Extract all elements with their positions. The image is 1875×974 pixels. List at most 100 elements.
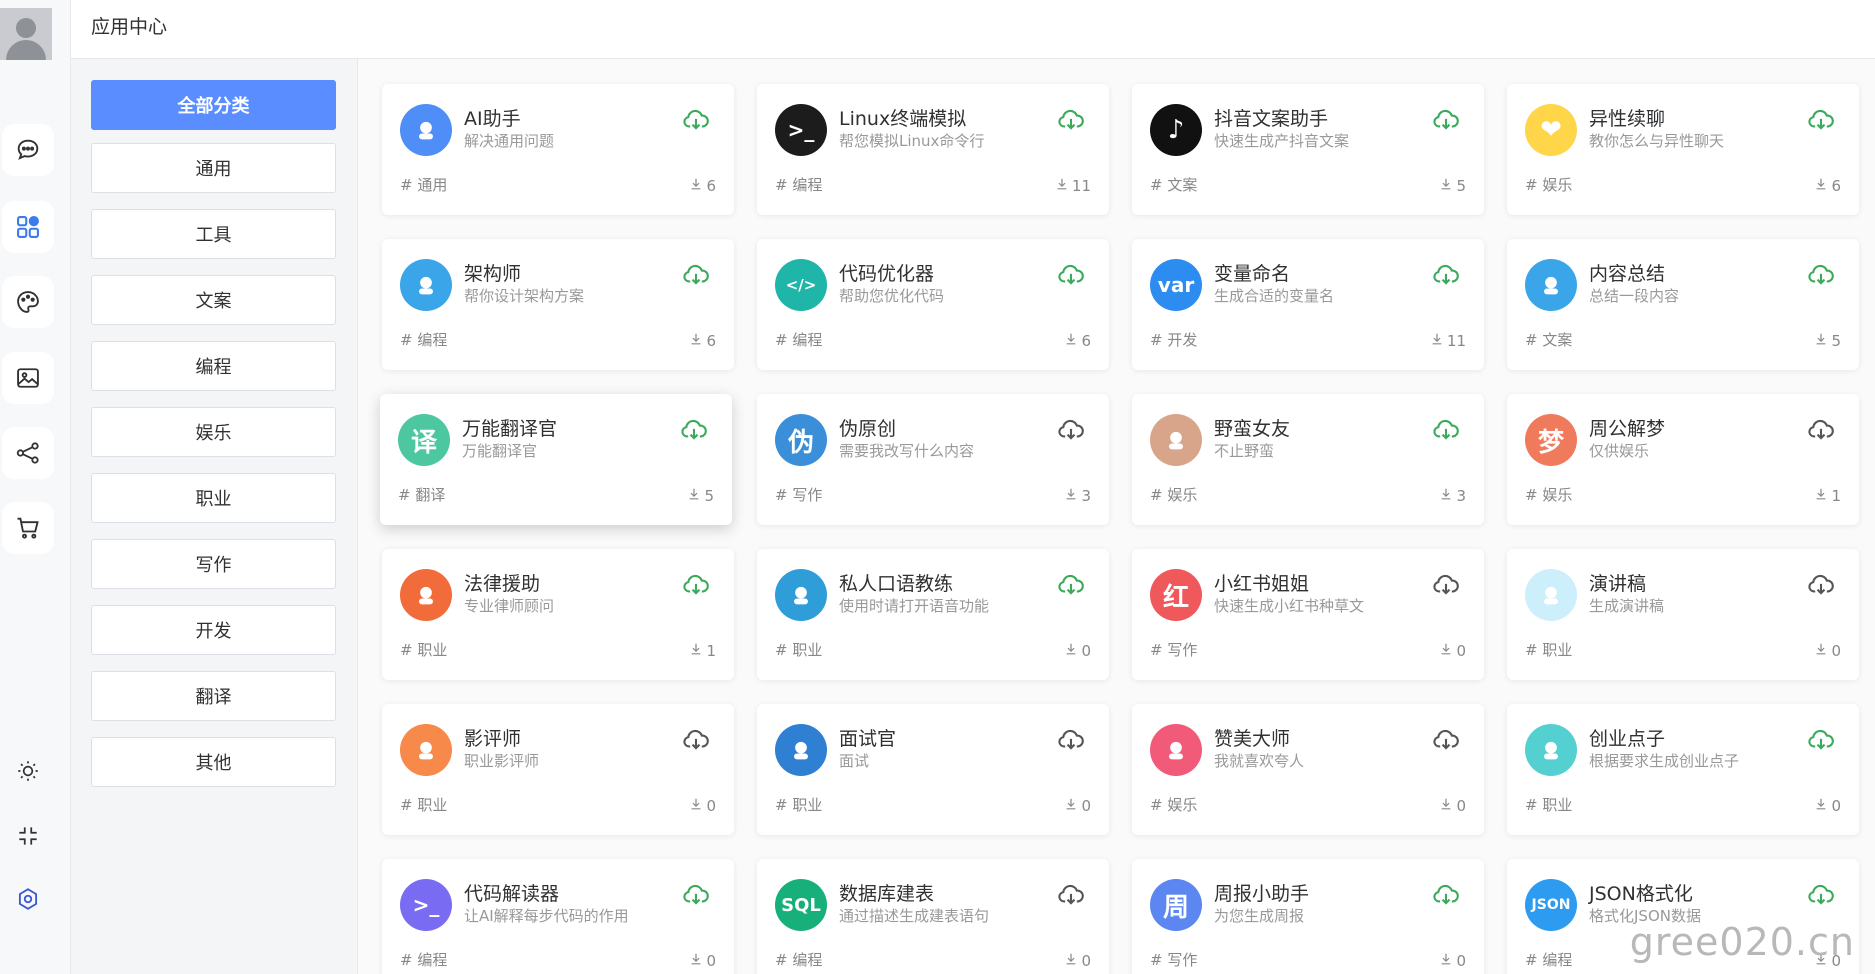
app-description: 总结一段内容 [1589, 287, 1680, 305]
sun-icon[interactable] [2, 745, 54, 797]
category-programming[interactable]: 编程 [91, 341, 336, 391]
app-tag[interactable]: # 文案 [1150, 174, 1197, 195]
cloud-download-icon[interactable] [1057, 881, 1085, 909]
category-entertainment[interactable]: 娱乐 [91, 407, 336, 457]
app-tag[interactable]: # 职业 [1525, 794, 1572, 815]
category-general[interactable]: 通用 [91, 143, 336, 193]
app-card[interactable]: >_ Linux终端模拟 帮您模拟Linux命令行 # 编程 11 [757, 84, 1109, 215]
cloud-download-icon[interactable] [1807, 726, 1835, 754]
app-tag[interactable]: # 编程 [775, 949, 822, 970]
settings-icon[interactable] [2, 873, 54, 925]
cloud-download-icon[interactable] [1057, 416, 1085, 444]
app-card[interactable]: 红小红书姐姐 快速生成小红书种草文 # 写作 0 [1132, 549, 1484, 680]
app-card[interactable]: 影评师 职业影评师 # 职业 0 [382, 704, 734, 835]
app-card[interactable]: SQL 数据库建表 通过描述生成建表语句 # 编程 0 [757, 859, 1109, 974]
app-card[interactable]: 内容总结 总结一段内容 # 文案 5 [1507, 239, 1859, 370]
avatar[interactable] [0, 8, 52, 60]
app-card[interactable]: 演讲稿 生成演讲稿 # 职业 0 [1507, 549, 1859, 680]
app-tag[interactable]: # 编程 [1525, 949, 1572, 970]
apps-icon[interactable] [2, 201, 54, 253]
app-card[interactable]: var 变量命名 生成合适的变量名 # 开发 11 [1132, 239, 1484, 370]
download-count: 11 [1430, 332, 1466, 350]
category-translation[interactable]: 翻译 [91, 671, 336, 721]
app-name: JSON格式化 [1589, 883, 1693, 905]
image-icon[interactable] [2, 352, 54, 404]
app-card[interactable]: AI助手 解决通用问题 # 通用 6 [382, 84, 734, 215]
app-tag[interactable]: # 文案 [1525, 329, 1572, 350]
app-tag[interactable]: # 职业 [775, 639, 822, 660]
app-card[interactable]: 私人口语教练 使用时请打开语音功能 # 职业 0 [757, 549, 1109, 680]
cloud-download-icon[interactable] [1807, 881, 1835, 909]
cloud-download-icon[interactable] [682, 261, 710, 289]
cloud-download-icon[interactable] [1432, 571, 1460, 599]
category-career[interactable]: 职业 [91, 473, 336, 523]
app-card[interactable]: 野蛮女友 不止野蛮 # 娱乐 3 [1132, 394, 1484, 525]
app-tag[interactable]: # 娱乐 [1525, 484, 1572, 505]
cart-icon[interactable] [2, 502, 54, 554]
app-tag[interactable]: # 编程 [775, 174, 822, 195]
cloud-download-icon[interactable] [1057, 261, 1085, 289]
app-tag[interactable]: # 编程 [400, 949, 447, 970]
app-tag[interactable]: # 职业 [400, 639, 447, 660]
cloud-download-icon[interactable] [1807, 106, 1835, 134]
cloud-download-icon[interactable] [1432, 416, 1460, 444]
palette-icon[interactable] [2, 276, 54, 328]
app-tag[interactable]: # 职业 [400, 794, 447, 815]
app-card[interactable]: ♪ 抖音文案助手 快速生成产抖音文案 # 文案 5 [1132, 84, 1484, 215]
cloud-download-icon[interactable] [1807, 571, 1835, 599]
app-tag[interactable]: # 编程 [400, 329, 447, 350]
cloud-download-icon[interactable] [1807, 261, 1835, 289]
download-count: 0 [1439, 952, 1466, 970]
cloud-download-icon[interactable] [680, 416, 708, 444]
cloud-download-icon[interactable] [1057, 571, 1085, 599]
cloud-download-icon[interactable] [1057, 106, 1085, 134]
share-icon[interactable] [2, 427, 54, 479]
cloud-download-icon[interactable] [682, 571, 710, 599]
app-name: 异性续聊 [1589, 108, 1666, 130]
code-reader-icon: >_ [400, 879, 452, 931]
app-tag[interactable]: # 写作 [1150, 639, 1197, 660]
chat-icon[interactable] [2, 124, 54, 176]
app-card[interactable]: 梦周公解梦 仅供娱乐 # 娱乐 1 [1507, 394, 1859, 525]
app-tag[interactable]: # 翻译 [398, 484, 445, 505]
app-card[interactable]: >_ 代码解读器 让AI解释每步代码的作用 # 编程 0 [382, 859, 734, 974]
cloud-download-icon[interactable] [682, 106, 710, 134]
app-tag[interactable]: # 娱乐 [1150, 484, 1197, 505]
app-card[interactable]: 创业点子 根据要求生成创业点子 # 职业 0 [1507, 704, 1859, 835]
app-card[interactable]: 译万能翻译官 万能翻译官 # 翻译 5 [380, 394, 732, 525]
app-card[interactable]: 面试官 面试 # 职业 0 [757, 704, 1109, 835]
app-tag[interactable]: # 编程 [775, 329, 822, 350]
category-tools[interactable]: 工具 [91, 209, 336, 259]
cloud-download-icon[interactable] [1807, 416, 1835, 444]
app-card[interactable]: 法律援助 专业律师顾问 # 职业 1 [382, 549, 734, 680]
cloud-download-icon[interactable] [682, 726, 710, 754]
app-tag[interactable]: # 通用 [400, 174, 447, 195]
category-writing[interactable]: 写作 [91, 539, 336, 589]
app-tag[interactable]: # 娱乐 [1150, 794, 1197, 815]
app-tag[interactable]: # 娱乐 [1525, 174, 1572, 195]
cloud-download-icon[interactable] [1432, 726, 1460, 754]
cloud-download-icon[interactable] [1432, 261, 1460, 289]
app-card[interactable]: 架构师 帮你设计架构方案 # 编程 6 [382, 239, 734, 370]
cloud-download-icon[interactable] [682, 881, 710, 909]
app-tag[interactable]: # 写作 [1150, 949, 1197, 970]
app-tag[interactable]: # 职业 [775, 794, 822, 815]
category-copywriting[interactable]: 文案 [91, 275, 336, 325]
app-tag[interactable]: # 职业 [1525, 639, 1572, 660]
app-tag[interactable]: # 写作 [775, 484, 822, 505]
app-card[interactable]: 赞美大师 我就喜欢夸人 # 娱乐 0 [1132, 704, 1484, 835]
cloud-download-icon[interactable] [1432, 106, 1460, 134]
app-card[interactable]: 伪伪原创 需要我改写什么内容 # 写作 3 [757, 394, 1109, 525]
app-name: 抖音文案助手 [1214, 108, 1329, 130]
app-card[interactable]: </> 代码优化器 帮助您优化代码 # 编程 6 [757, 239, 1109, 370]
cloud-download-icon[interactable] [1057, 726, 1085, 754]
category-development[interactable]: 开发 [91, 605, 336, 655]
app-card[interactable]: 周周报小助手 为您生成周报 # 写作 0 [1132, 859, 1484, 974]
collapse-icon[interactable] [2, 810, 54, 862]
download-arrow-icon [1439, 177, 1453, 195]
category-all[interactable]: 全部分类 [91, 80, 336, 130]
category-other[interactable]: 其他 [91, 737, 336, 787]
app-tag[interactable]: # 开发 [1150, 329, 1197, 350]
cloud-download-icon[interactable] [1432, 881, 1460, 909]
app-card[interactable]: ❤ 异性续聊 教你怎么与异性聊天 # 娱乐 6 [1507, 84, 1859, 215]
